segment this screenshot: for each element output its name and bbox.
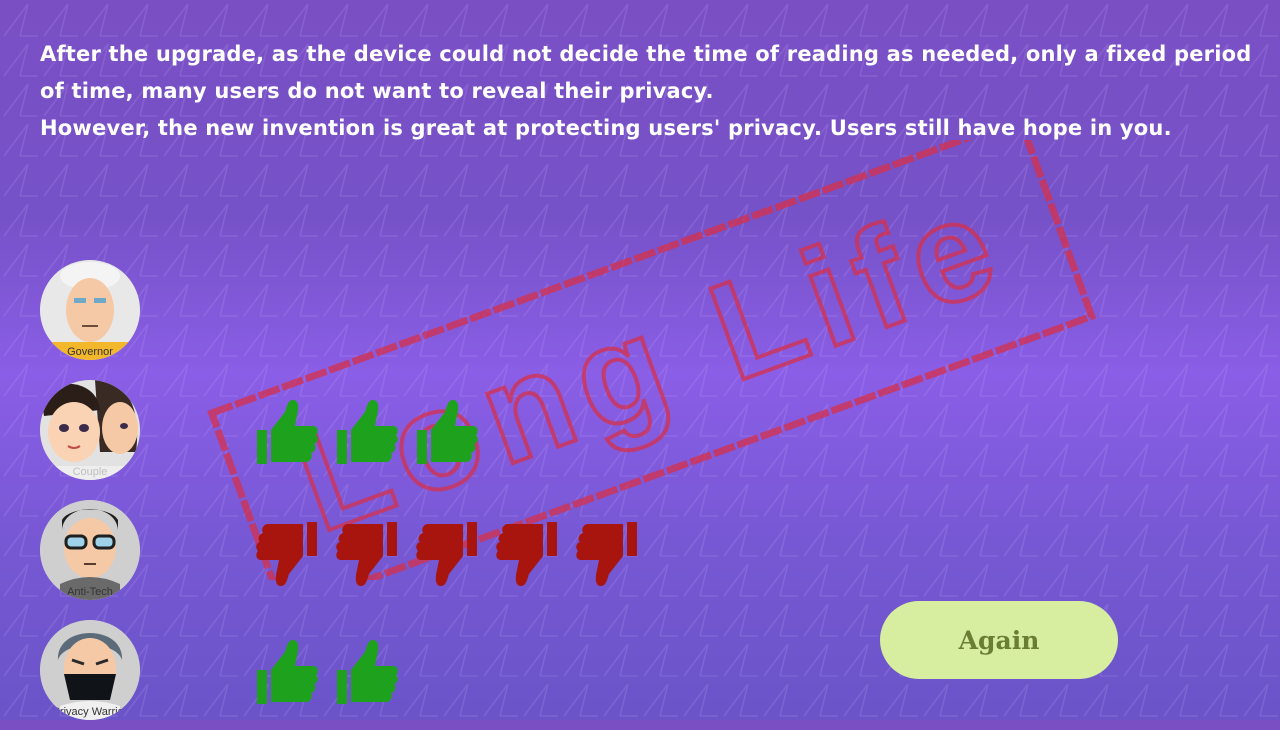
anti-tech-label: Anti-Tech [67,586,113,598]
couple-avatar: Couple [40,380,140,480]
anti-tech-votes [255,518,639,588]
message-line-1: After the upgrade, as the device could n… [40,42,1252,103]
thumbs-down-icon [576,522,637,586]
story-message: After the upgrade, as the device could n… [40,36,1260,147]
thumbs-up-icon [257,400,318,464]
privacy-warrior-avatar: Privacy Warrior [40,620,140,720]
faction-row-couple: Couple [0,380,1280,490]
privacy-warrior-label: Privacy Warrior [52,706,128,718]
thumbs-up-icon [417,400,478,464]
thumbs-down-icon [256,522,317,586]
thumbs-up-icon [337,640,398,704]
couple-label: Couple [72,466,108,478]
governor-label: Governor [67,346,113,358]
privacy-warrior-votes [255,638,399,708]
thumbs-down-icon [496,522,557,586]
anti-tech-avatar: Anti-Tech [40,500,140,600]
governor-avatar: Governor [40,260,140,360]
message-line-2: However, the new invention is great at p… [40,116,1172,140]
thumbs-down-icon [416,522,477,586]
couple-votes [255,398,479,468]
thumbs-down-icon [336,522,397,586]
thumbs-up-icon [337,400,398,464]
faction-row-anti-tech: Anti-Tech [0,500,1280,610]
thumbs-up-icon [257,640,318,704]
again-button[interactable]: Again [880,601,1118,679]
faction-row-governor: Governor [0,260,1280,370]
